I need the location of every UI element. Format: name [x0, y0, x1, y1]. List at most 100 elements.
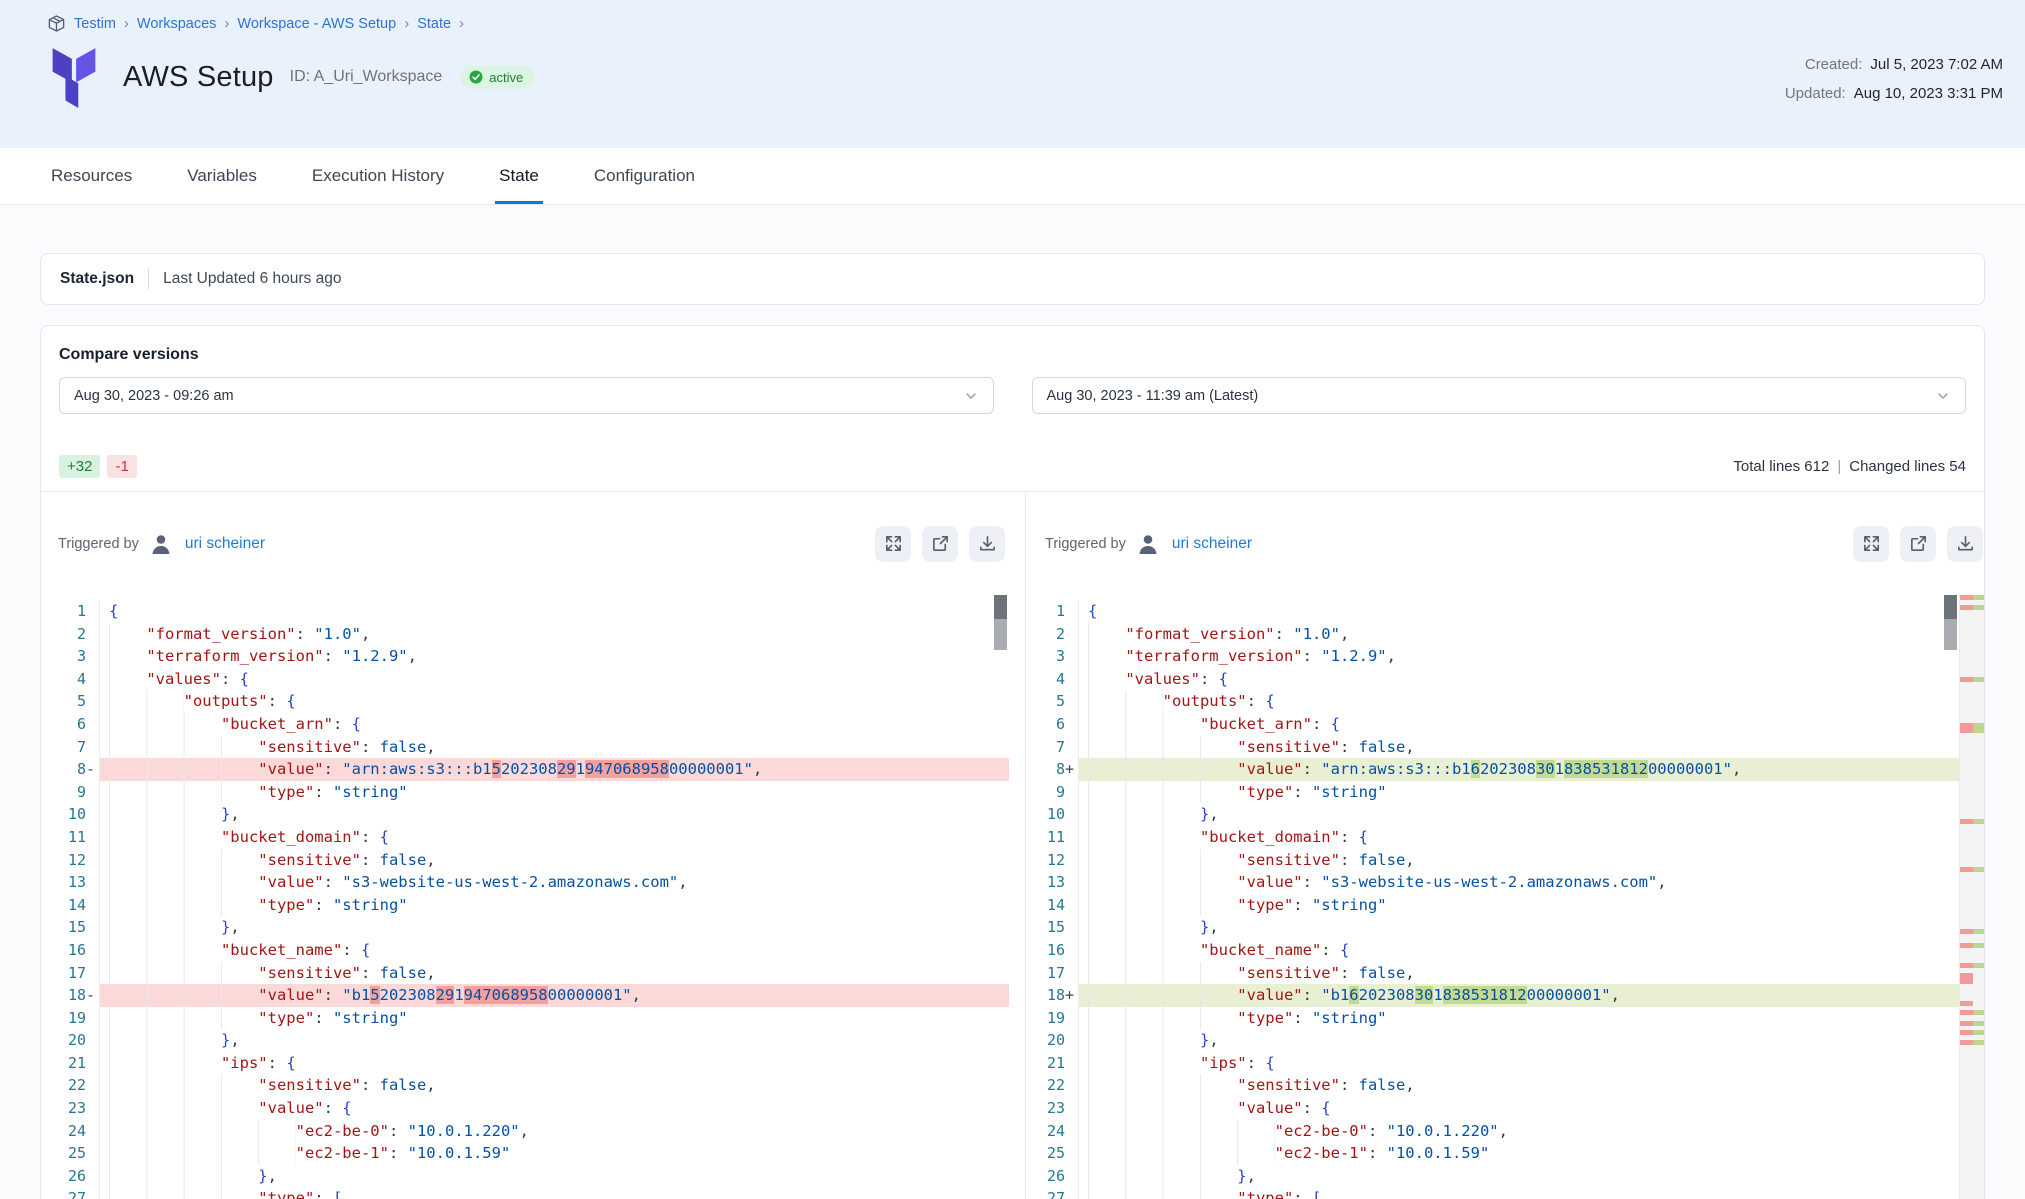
code-line: 14"type": "string" — [41, 894, 1009, 917]
code-line: 11"bucket_domain": { — [41, 826, 1009, 849]
code-line: 18-"value": "b15202308291947068958000000… — [41, 984, 1009, 1007]
breadcrumb-link-workspace-aws-setup[interactable]: Workspace - AWS Setup — [237, 16, 396, 32]
tab-configuration[interactable]: Configuration — [590, 148, 699, 204]
diff-change-badges: +32 -1 — [59, 455, 137, 478]
code-line: 3"terraform_version": "1.2.9", — [1040, 645, 1985, 668]
compare-versions-title: Compare versions — [59, 346, 1966, 364]
triggered-by-label: Triggered by — [1045, 536, 1126, 552]
diff-overview-mark — [1960, 929, 1985, 934]
breadcrumb-link-testim[interactable]: Testim — [74, 16, 116, 32]
compare-versions-card: Compare versions Aug 30, 2023 - 09:26 am… — [40, 325, 1985, 1199]
changed-lines: Changed lines 54 — [1849, 458, 1966, 475]
external-link-icon — [931, 534, 950, 553]
user-avatar-icon — [1136, 532, 1160, 556]
diff-overview-mark — [1960, 867, 1985, 872]
code-line: 4"values": { — [1040, 668, 1985, 691]
open-in-new-tab-button[interactable] — [922, 526, 958, 562]
code-line: 23"value": { — [1040, 1097, 1985, 1120]
code-line: 5"outputs": { — [41, 690, 1009, 713]
diff-overview-mark — [1960, 677, 1985, 682]
code-line: 9"type": "string" — [41, 781, 1009, 804]
tab-variables[interactable]: Variables — [183, 148, 261, 204]
code-panel-right[interactable]: 1{2"format_version": "1.0",3"terraform_v… — [1040, 595, 1985, 1199]
code-line: 24"ec2-be-0": "10.0.1.220", — [1040, 1120, 1985, 1143]
triggered-by-user-link[interactable]: uri scheiner — [1172, 535, 1252, 553]
created-value: Jul 5, 2023 7:02 AM — [1870, 56, 2003, 73]
page-header: Testim › Workspaces › Workspace - AWS Se… — [0, 0, 2025, 148]
code-line: 13"value": "s3-website-us-west-2.amazona… — [41, 871, 1009, 894]
last-updated-text: Last Updated 6 hours ago — [163, 270, 341, 288]
code-line: 3"terraform_version": "1.2.9", — [41, 645, 1009, 668]
code-line: 6"bucket_arn": { — [1040, 713, 1985, 736]
open-in-new-tab-button[interactable] — [1900, 526, 1936, 562]
code-line: 20}, — [41, 1029, 1009, 1052]
code-line: 10}, — [1040, 803, 1985, 826]
diff-overview-mark — [1960, 1021, 1985, 1026]
diff-overview — [1959, 595, 1985, 1199]
state-file-card: State.json Last Updated 6 hours ago — [40, 253, 1985, 305]
expand-button[interactable] — [1853, 526, 1889, 562]
download-button[interactable] — [969, 526, 1005, 562]
code-line: 1{ — [41, 600, 1009, 623]
updated-value: Aug 10, 2023 3:31 PM — [1854, 85, 2003, 102]
scrollbar-thumb[interactable] — [1944, 595, 1957, 650]
code-line: 13"value": "s3-website-us-west-2.amazona… — [1040, 871, 1985, 894]
tab-execution-history[interactable]: Execution History — [308, 148, 448, 204]
breadcrumb: Testim › Workspaces › Workspace - AWS Se… — [47, 14, 464, 33]
tab-state[interactable]: State — [495, 148, 543, 204]
code-line: 8+"value": "arn:aws:s3:::b16202308301838… — [1040, 758, 1985, 781]
breadcrumb-link-state[interactable]: State — [417, 16, 451, 32]
diff-overview-mark — [1960, 723, 1985, 733]
code-line: 23"value": { — [41, 1097, 1009, 1120]
code-line: 2"format_version": "1.0", — [1040, 623, 1985, 646]
code-line: 9"type": "string" — [1040, 781, 1985, 804]
code-line: 16"bucket_name": { — [41, 939, 1009, 962]
scrollbar-thumb[interactable] — [994, 595, 1007, 650]
code-lines: 1{2"format_version": "1.0",3"terraform_v… — [1040, 595, 1985, 1199]
breadcrumb-separator: › — [404, 15, 409, 32]
tab-resources[interactable]: Resources — [47, 148, 136, 204]
diff-overview-mark — [1960, 943, 1985, 948]
code-panel-left[interactable]: 1{2"format_version": "1.0",3"terraform_v… — [41, 595, 1009, 1199]
diff-overview-mark — [1960, 1001, 1985, 1006]
code-line: 17"sensitive": false, — [1040, 962, 1985, 985]
code-line: 15}, — [41, 916, 1009, 939]
version-select-right[interactable]: Aug 30, 2023 - 11:39 am (Latest) — [1032, 377, 1967, 414]
expand-button[interactable] — [875, 526, 911, 562]
diff-overview-mark — [1960, 595, 1985, 600]
code-line: 19"type": "string" — [41, 1007, 1009, 1030]
code-line: 27"type": [ — [1040, 1187, 1985, 1199]
code-line: 5"outputs": { — [1040, 690, 1985, 713]
download-button[interactable] — [1947, 526, 1983, 562]
diff-overview-mark — [1960, 973, 1985, 984]
diff-column-right: Triggered by uri scheiner — [1025, 492, 1985, 1199]
code-line: 6"bucket_arn": { — [41, 713, 1009, 736]
code-line: 27"type": [ — [41, 1187, 1009, 1199]
version-select-left[interactable]: Aug 30, 2023 - 09:26 am — [59, 377, 994, 414]
total-lines: Total lines 612 — [1733, 458, 1829, 475]
diff-overview-mark — [1960, 819, 1985, 824]
breadcrumb-separator: › — [224, 15, 229, 32]
code-line: 2"format_version": "1.0", — [41, 623, 1009, 646]
diff-overview-mark — [1960, 1030, 1985, 1035]
diff-overview-mark — [1960, 963, 1985, 968]
code-line: 22"sensitive": false, — [1040, 1074, 1985, 1097]
check-circle-icon — [469, 70, 483, 84]
code-line: 17"sensitive": false, — [41, 962, 1009, 985]
code-line: 25"ec2-be-1": "10.0.1.59" — [1040, 1142, 1985, 1165]
state-filename: State.json — [60, 270, 134, 288]
workspace-meta: Created:Jul 5, 2023 7:02 AM Updated:Aug … — [1785, 56, 2003, 114]
triggered-by-user-link[interactable]: uri scheiner — [185, 535, 265, 553]
code-line: 14"type": "string" — [1040, 894, 1985, 917]
diff-column-left: Triggered by uri scheiner — [41, 492, 1025, 1199]
code-line: 25"ec2-be-1": "10.0.1.59" — [41, 1142, 1009, 1165]
divider — [148, 269, 149, 289]
code-line: 26}, — [1040, 1165, 1985, 1188]
code-line: 10}, — [41, 803, 1009, 826]
code-line: 7"sensitive": false, — [41, 736, 1009, 759]
code-line: 11"bucket_domain": { — [1040, 826, 1985, 849]
breadcrumb-link-workspaces[interactable]: Workspaces — [137, 16, 217, 32]
code-line: 1{ — [1040, 600, 1985, 623]
code-line: 12"sensitive": false, — [1040, 849, 1985, 872]
deletions-badge: -1 — [107, 455, 136, 478]
